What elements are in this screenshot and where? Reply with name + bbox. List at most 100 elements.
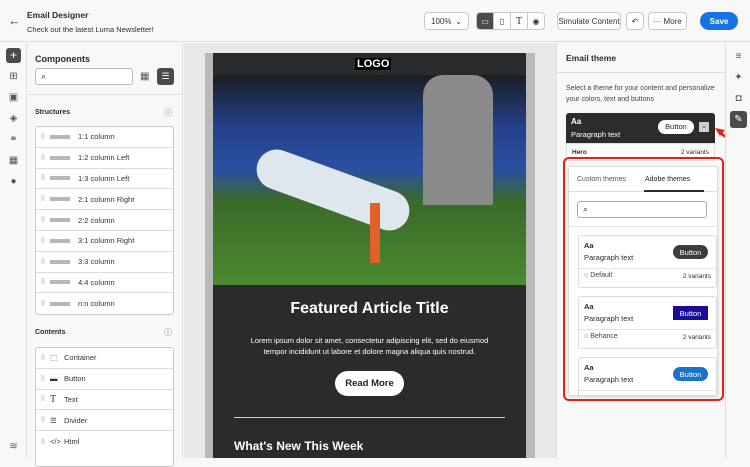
current-theme-preview[interactable]: Aa Paragraph text Button ⌄: [566, 113, 715, 143]
drag-handle-icon[interactable]: ⠿: [36, 416, 50, 424]
drag-handle-icon[interactable]: ⠿: [36, 354, 50, 362]
theme-description: Select a theme for your content and pers…: [566, 85, 715, 103]
grid-icon[interactable]: ▦: [6, 153, 21, 168]
structure-item[interactable]: ⠿ 3:1 column Right: [36, 231, 173, 252]
theme-dropdown-chevron-icon[interactable]: ⌄: [699, 122, 709, 132]
drag-handle-icon[interactable]: ⠿: [36, 237, 50, 245]
settings-sliders-icon[interactable]: ≡: [731, 49, 746, 64]
content-label: Html: [64, 437, 80, 447]
paragraph-sample: Paragraph text: [584, 375, 634, 384]
structure-label: 3:3 column: [78, 257, 115, 267]
component-search-input[interactable]: ⌕: [35, 68, 133, 85]
email-preview: LOGO Featured Article Title Lorem ipsum …: [205, 53, 535, 458]
tab-custom-themes[interactable]: Custom themes: [577, 176, 626, 183]
structure-item[interactable]: ⠿ 2:2 column: [36, 210, 173, 231]
info-icon[interactable]: ⓘ: [164, 107, 172, 118]
structure-item[interactable]: ⠿ 1:3 column Left: [36, 169, 173, 190]
theme-radio[interactable]: ○ Default: [584, 272, 612, 279]
content-label: Text: [64, 394, 78, 404]
paragraph-sample: Paragraph text: [584, 253, 634, 262]
structure-item[interactable]: ⠿ 3:3 column: [36, 252, 173, 273]
theme-brush-icon[interactable]: ✎: [730, 111, 747, 128]
grid-view-icon[interactable]: ▦: [140, 71, 149, 82]
zoom-select[interactable]: 100% ⌄: [424, 12, 469, 30]
button-sample: Button: [658, 120, 694, 134]
button-icon: ▬: [50, 374, 58, 384]
zoom-value: 100%: [431, 16, 452, 26]
right-rail: ≡ ✦ ◘ ✎: [725, 43, 750, 458]
assets-icon[interactable]: ▣: [6, 90, 21, 105]
content-item-divider[interactable]: ⠿ ☰ Divider: [36, 410, 173, 432]
structure-label: 3:1 column Right: [78, 236, 135, 246]
layers-bottom-icon[interactable]: ≋: [6, 439, 21, 454]
save-button[interactable]: Save: [700, 12, 738, 30]
undo-icon[interactable]: ↶: [626, 12, 644, 30]
text-icon: T: [50, 393, 57, 405]
simulate-content-button[interactable]: Simulate Content: [557, 12, 621, 30]
structure-label: n:n column: [78, 299, 115, 309]
variant-count: 2 variants: [680, 148, 709, 156]
drag-handle-icon[interactable]: ⠿: [36, 300, 50, 308]
layers-icon[interactable]: ◈: [6, 111, 21, 126]
lightning-icon[interactable]: ●: [6, 174, 21, 189]
aa-sample: Aa: [571, 117, 582, 126]
read-more-button[interactable]: Read More: [335, 371, 404, 396]
back-arrow-icon[interactable]: ←: [8, 13, 21, 28]
hero-image[interactable]: [213, 75, 526, 285]
info-icon[interactable]: ⓘ: [164, 327, 172, 338]
accessibility-icon[interactable]: ◘: [731, 91, 746, 106]
logo[interactable]: LOGO: [355, 58, 392, 70]
drag-handle-icon[interactable]: ⠿: [36, 395, 50, 403]
search-icon: ⌕: [583, 204, 589, 214]
button-sample: Button: [673, 367, 708, 381]
add-components-icon[interactable]: +: [6, 48, 21, 63]
article-body[interactable]: Lorem ipsum dolor sit amet, consectetur …: [238, 335, 501, 357]
container-icon: ⬚: [50, 353, 58, 363]
theme-card[interactable]: Aa Paragraph text Button: [578, 357, 717, 395]
theme-name: Default: [590, 272, 613, 279]
text-view-icon[interactable]: T: [510, 12, 528, 30]
contents-label: Contents: [35, 329, 66, 336]
magic-icon[interactable]: ✦: [731, 70, 746, 85]
email-theme-panel: Email theme Select a theme for your cont…: [556, 43, 741, 458]
drag-handle-icon[interactable]: ⠿: [36, 133, 50, 141]
structure-item[interactable]: ⠿ n:n column: [36, 293, 173, 314]
structure-label: 2:2 column: [78, 215, 115, 225]
paragraph-sample: Paragraph text: [584, 314, 634, 323]
panel-title: Email theme: [566, 53, 617, 63]
theme-card-default[interactable]: Aa Paragraph text Button ○ Default 2 var…: [578, 235, 717, 288]
paragraph-sample: Paragraph text: [571, 130, 621, 139]
drag-handle-icon[interactable]: ⠿: [36, 438, 50, 446]
structures-label: Structures: [35, 109, 71, 116]
structure-item[interactable]: ⠿ 1:1 column: [36, 127, 173, 148]
drag-handle-icon[interactable]: ⠿: [36, 174, 50, 182]
link-icon[interactable]: ⚭: [6, 132, 21, 147]
drag-handle-icon[interactable]: ⠿: [36, 154, 50, 162]
drag-handle-icon[interactable]: ⠿: [36, 375, 50, 383]
list-view-icon[interactable]: ☰: [157, 68, 174, 85]
content-item-button[interactable]: ⠿ ▬ Button: [36, 369, 173, 390]
drag-handle-icon[interactable]: ⠿: [36, 258, 50, 266]
drag-handle-icon[interactable]: ⠿: [36, 195, 50, 203]
content-label: Container: [64, 353, 97, 363]
structure-item[interactable]: ⠿ 4:4 column: [36, 273, 173, 294]
content-item-container[interactable]: ⠿ ⬚ Container: [36, 348, 173, 369]
section-title[interactable]: What's New This Week: [234, 439, 363, 453]
structure-item[interactable]: ⠿ 1:2 column Left: [36, 148, 173, 169]
structure-item[interactable]: ⠿ 2:1 column Right: [36, 189, 173, 211]
structures-list: ⠿ 1:1 column ⠿ 1:2 column Left ⠿ 1:3 column…: [35, 126, 174, 316]
fragments-icon[interactable]: ⊞: [6, 69, 21, 84]
drag-handle-icon[interactable]: ⠿: [36, 216, 50, 224]
more-button[interactable]: ··· More: [648, 12, 687, 30]
desktop-view-icon[interactable]: ▭: [476, 12, 494, 30]
article-title[interactable]: Featured Article Title: [213, 300, 526, 318]
theme-radio[interactable]: ○ Behance: [584, 333, 618, 340]
drag-handle-icon[interactable]: ⠿: [36, 278, 50, 286]
content-item-html[interactable]: ⠿ </> Html: [36, 431, 173, 452]
theme-search-input[interactable]: ⌕: [577, 201, 707, 218]
content-item-text[interactable]: ⠿ T Text: [36, 390, 173, 411]
tab-adobe-themes[interactable]: Adobe themes: [645, 176, 690, 183]
preview-eye-icon[interactable]: ◉: [527, 12, 545, 30]
theme-card-behance[interactable]: Aa Paragraph text Button ○ Behance 2 var…: [578, 296, 717, 349]
mobile-view-icon[interactable]: ▯: [493, 12, 511, 30]
